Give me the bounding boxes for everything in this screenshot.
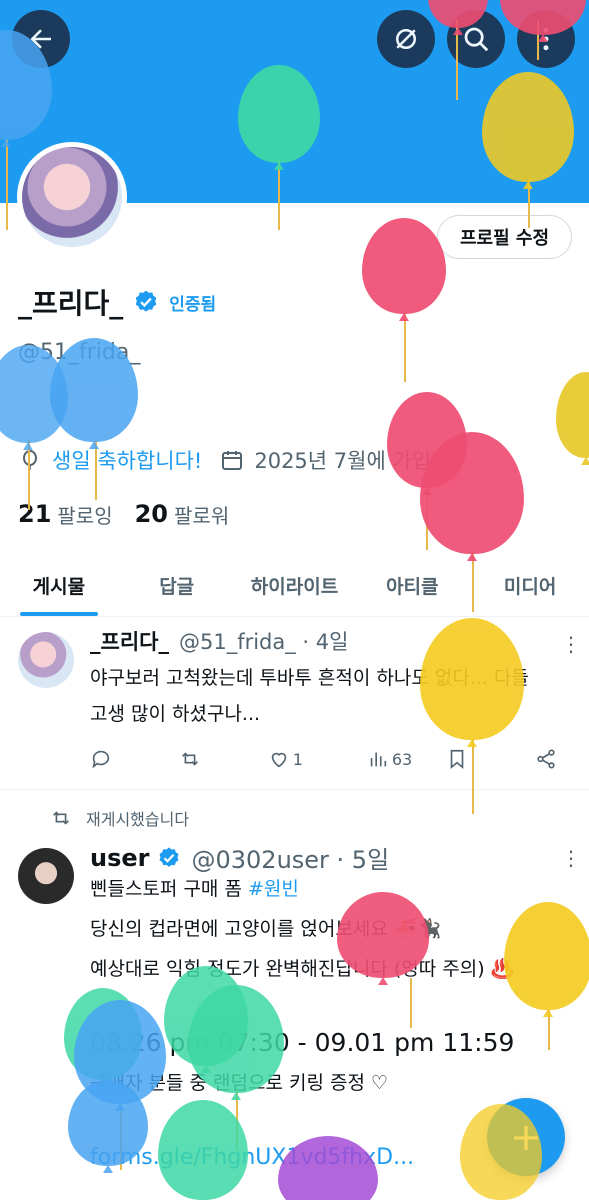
bar-chart-icon [370, 752, 387, 767]
search-icon [464, 27, 489, 52]
tab-articles[interactable]: 아티클 [353, 555, 471, 616]
post-author-handle: @0302user · 5일 [191, 846, 390, 874]
repost-icon [181, 752, 198, 766]
like-count: 1 [292, 749, 303, 769]
post-more-icon[interactable]: ⋮ [561, 632, 581, 656]
balloon-icon [23, 450, 37, 470]
followers-label[interactable]: 팔로워 [174, 500, 229, 529]
post-avatar[interactable] [18, 848, 74, 904]
reply-icon [92, 750, 110, 769]
repost-note-text: 재게시했습니다 [86, 810, 190, 829]
profile-name-row: _프리다_ 인증됨 [18, 282, 216, 322]
profile-avatar[interactable] [17, 142, 127, 252]
tab-highlights[interactable]: 하이라이트 [236, 555, 354, 616]
post-author-name[interactable]: _프리다_ [90, 626, 169, 656]
following-count[interactable]: 21 [18, 500, 51, 529]
following-label[interactable]: 팔로잉 [57, 500, 112, 529]
post-line-text: 삔들스토퍼 구매 폼 [90, 878, 248, 900]
followers-count[interactable]: 20 [135, 500, 168, 529]
hide-button[interactable] [377, 10, 435, 68]
view-count: 63 [391, 749, 413, 769]
verified-badge-icon [135, 290, 157, 312]
post-author-handle: @51_frida_ · 4일 [178, 630, 349, 654]
follow-stats: 21 팔로잉 20 팔로워 [18, 500, 251, 529]
verified-label[interactable]: 인증됨 [169, 290, 216, 315]
repost-note: 재게시했습니다 [50, 806, 189, 830]
reply-button[interactable] [90, 748, 115, 770]
profile-name: _프리다_ [18, 287, 124, 320]
post-actions: 1 63 [90, 748, 560, 770]
post-avatar[interactable] [18, 632, 74, 688]
tab-replies[interactable]: 답글 [118, 555, 236, 616]
like-button[interactable]: 1 [268, 748, 303, 770]
post-more-icon[interactable]: ⋮ [561, 846, 581, 870]
repost-icon [53, 811, 69, 825]
post-author-name[interactable]: user [90, 844, 149, 872]
bookmark-button[interactable] [446, 748, 471, 770]
profile-info-row: 생일 축하합니다! 2025년 7월에 가입함 [18, 445, 450, 475]
eye-slash-icon [396, 29, 416, 49]
edit-profile-button[interactable]: 프로필 수정 [437, 215, 572, 259]
repost-button[interactable] [179, 748, 204, 770]
share-icon [537, 749, 555, 769]
calendar-icon [222, 451, 243, 470]
hashtag-link[interactable]: #원빈 [248, 878, 299, 900]
verified-badge-icon [159, 847, 179, 867]
tab-posts[interactable]: 게시물 [0, 555, 118, 616]
bookmark-icon [450, 749, 464, 770]
heart-icon [271, 752, 287, 768]
views-button[interactable]: 63 [367, 748, 412, 770]
birthday-text[interactable]: 생일 축하합니다! [52, 445, 202, 475]
post-line: 예상대로 익힘 정도가 완벽해진답니다 (엉따 주의) ♨️ [90, 958, 515, 980]
post-line: 삔들스토퍼 구매 폼 #원빈 [90, 874, 299, 901]
profile-tabs: 게시물 답글 하이라이트 아티클 미디어 [0, 555, 589, 617]
share-button[interactable] [535, 748, 560, 770]
tab-media[interactable]: 미디어 [471, 555, 589, 616]
post-divider [0, 789, 589, 790]
